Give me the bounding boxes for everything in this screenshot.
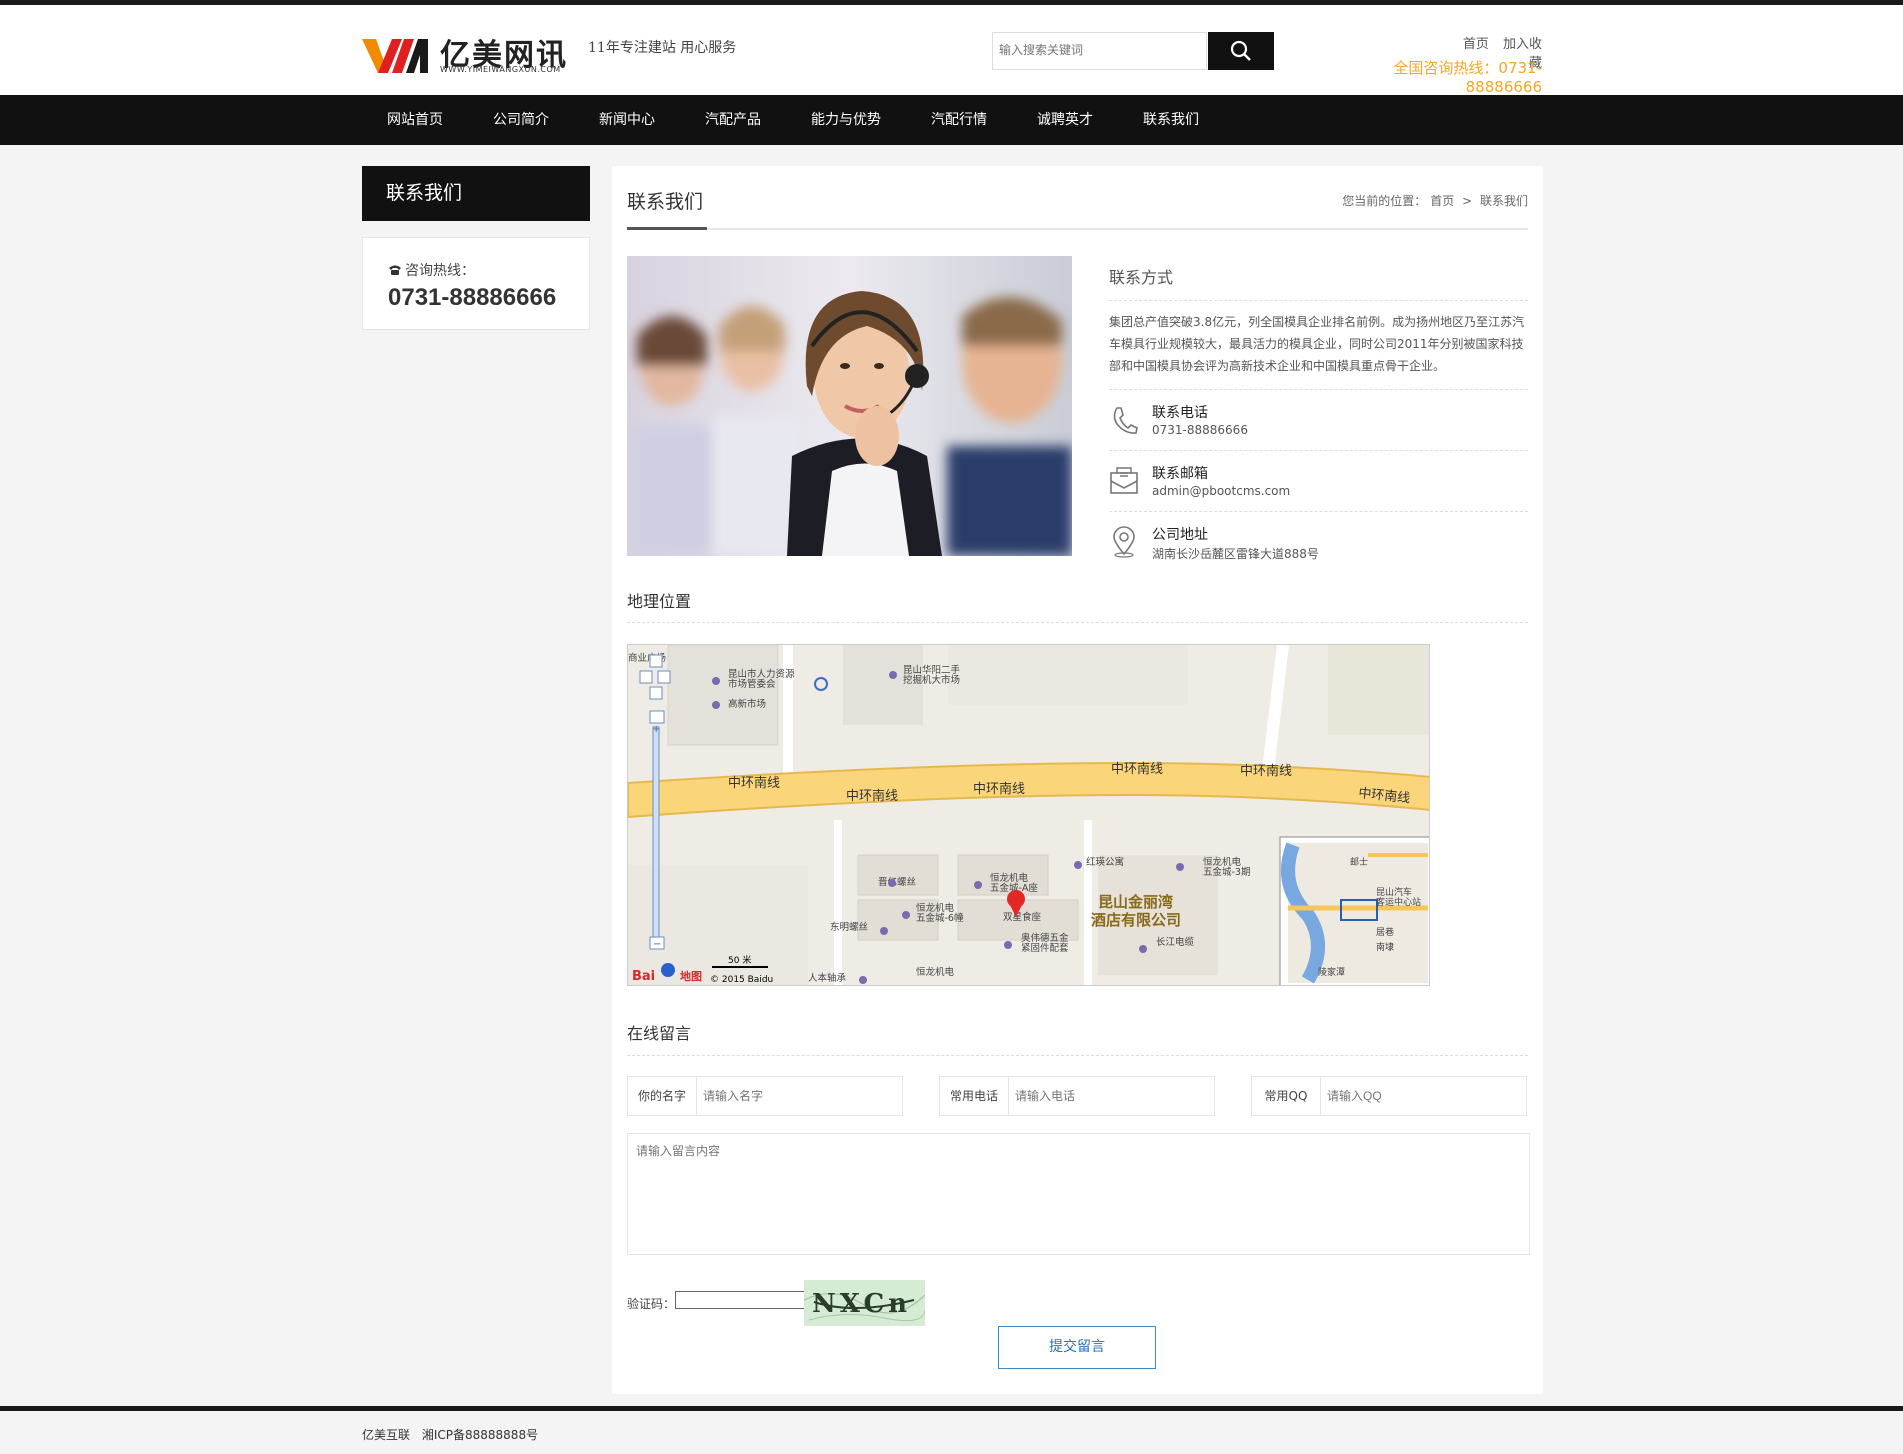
svg-text:+: +	[652, 724, 660, 735]
svg-text:居巷: 居巷	[1376, 927, 1394, 938]
svg-text:昆山汽车: 昆山汽车	[1376, 886, 1412, 898]
sidebar-hotline-box: 咨询热线： 0731-88886666	[362, 237, 590, 330]
captcha-image[interactable]: NXCn	[804, 1280, 925, 1326]
svg-text:五金城-6幢: 五金城-6幢	[916, 912, 964, 924]
svg-text:长江电缆: 长江电缆	[1156, 936, 1195, 948]
svg-text:邮士: 邮士	[1350, 856, 1368, 868]
svg-text:人本轴承: 人本轴承	[808, 972, 847, 984]
svg-text:紧固件配套: 紧固件配套	[1021, 942, 1069, 954]
svg-text:五金城-3期: 五金城-3期	[1203, 866, 1250, 878]
phone-input[interactable]	[1009, 1077, 1214, 1115]
baidu-logo: Bai	[632, 969, 655, 984]
map-copyright: © 2015 Baidu	[710, 975, 773, 985]
contact-heading: 联系方式	[1109, 256, 1528, 301]
map-section-title: 地理位置	[627, 592, 692, 611]
svg-text:东明螺丝: 东明螺丝	[830, 921, 868, 933]
footer-company: 亿美互联	[362, 1428, 411, 1442]
baidu-map[interactable]: 中环南线 中环南线 中环南线 中环南线 中环南线 中环南线 商业广场 昆山市人力…	[627, 644, 1430, 986]
contact-email: 联系邮箱 admin@pbootcms.com	[1109, 451, 1528, 512]
title-divider	[627, 228, 1528, 230]
breadcrumb-current[interactable]: 联系我们	[1480, 194, 1528, 208]
captcha-label: 验证码：	[627, 1297, 676, 1311]
sidebar-hotline-number: 0731-88886666	[388, 284, 557, 311]
svg-text:高新市场: 高新市场	[728, 698, 766, 710]
phone-field: 常用电话	[939, 1076, 1215, 1116]
nav-item-market[interactable]: 汽配行情	[906, 95, 1012, 145]
map-scale: 50 米	[728, 954, 751, 966]
contact-intro: 集团总产值突破3.8亿元，列全国模具企业排名前例。成为扬州地区乃至江苏汽车模具行…	[1109, 301, 1528, 390]
sidebar-title: 联系我们	[362, 166, 590, 221]
header-hotline: 全国咨询热线：0731-88886666	[1393, 59, 1542, 96]
form-section-divider	[627, 1055, 1528, 1056]
search-button[interactable]	[1208, 32, 1274, 70]
qq-input[interactable]	[1321, 1077, 1526, 1115]
sidebar-hotline-label: 咨询热线：	[388, 260, 475, 280]
svg-text:市场管委会: 市场管委会	[728, 678, 776, 690]
captcha-input[interactable]	[675, 1291, 805, 1309]
footer-icp[interactable]: 湘ICP备88888888号	[422, 1428, 538, 1442]
map-road-label-4: 中环南线	[1111, 761, 1163, 777]
svg-text:南埭: 南埭	[1376, 941, 1394, 953]
main-content: 联系我们 您当前的位置： 首页 > 联系我们 联系方式 集团总产值突破3.8亿元…	[612, 166, 1543, 1394]
nav-item-products[interactable]: 汽配产品	[680, 95, 786, 145]
nav-item-jobs[interactable]: 诚聘英才	[1012, 95, 1118, 145]
search-input[interactable]	[993, 33, 1205, 67]
name-field: 你的名字	[627, 1076, 903, 1116]
svg-text:晋亿螺丝: 晋亿螺丝	[878, 876, 916, 888]
map-hotel-label: 昆山金丽湾	[1098, 893, 1173, 911]
page-title: 联系我们	[627, 191, 704, 213]
footer-border	[0, 1406, 1903, 1411]
footer: 亿美互联 湘ICP备88888888号	[362, 1426, 546, 1443]
nav-item-contact[interactable]: 联系我们	[1118, 95, 1224, 145]
nav-item-advantages[interactable]: 能力与优势	[786, 95, 906, 145]
breadcrumb-home[interactable]: 首页	[1430, 194, 1454, 208]
contact-address: 公司地址 湖南长沙岳麓区雷锋大道888号	[1109, 512, 1528, 572]
name-input[interactable]	[697, 1077, 902, 1115]
header: 亿美网讯 WWW.YIMEIWANGXUN.COM 11年专注建站 用心服务 首…	[0, 5, 1903, 96]
svg-text:−: −	[653, 939, 661, 950]
map-road-label-5: 中环南线	[1240, 763, 1292, 779]
search-box	[992, 32, 1207, 70]
mail-icon	[1110, 467, 1138, 494]
logo-mark-icon	[362, 39, 428, 73]
map-road-label-2: 中环南线	[846, 788, 898, 804]
logo-subtext: WWW.YIMEIWANGXUN.COM	[440, 65, 561, 74]
svg-text:酒店有限公司: 酒店有限公司	[1091, 911, 1181, 929]
slogan: 11年专注建站 用心服务	[588, 40, 737, 56]
top-link-home[interactable]: 首页	[1463, 37, 1489, 52]
svg-text:陵家潭: 陵家潭	[1318, 966, 1345, 978]
main-nav: 网站首页 公司简介 新闻中心 汽配产品 能力与优势 汽配行情 诚聘英才 联系我们	[0, 95, 1903, 145]
customer-service-photo	[627, 256, 1072, 556]
submit-button[interactable]: 提交留言	[998, 1326, 1156, 1369]
svg-text:地图: 地图	[680, 969, 702, 983]
svg-text:客运中心站: 客运中心站	[1376, 896, 1421, 908]
svg-text:双星食座: 双星食座	[1003, 911, 1042, 923]
svg-text:恒龙机电: 恒龙机电	[916, 966, 955, 978]
form-section-title: 在线留言	[627, 1024, 692, 1043]
message-textarea[interactable]	[627, 1133, 1530, 1255]
breadcrumb: 您当前的位置： 首页 > 联系我们	[1342, 194, 1528, 208]
map-road-label-1: 中环南线	[728, 775, 780, 791]
telephone-icon	[389, 265, 401, 275]
nav-item-news[interactable]: 新闻中心	[574, 95, 680, 145]
location-icon	[1113, 526, 1135, 558]
title-underline	[627, 227, 707, 230]
contact-phone: 联系电话 0731-88886666	[1109, 390, 1528, 451]
svg-text:红瑛公寓: 红瑛公寓	[1086, 856, 1124, 868]
qq-field: 常用QQ	[1251, 1076, 1527, 1116]
nav-item-home[interactable]: 网站首页	[362, 95, 468, 145]
nav-item-about[interactable]: 公司简介	[468, 95, 574, 145]
map-overview[interactable]: 邮士 昆山汽车 客运中心站 居巷 南埭 陵家潭	[1279, 836, 1430, 986]
search-icon	[1230, 40, 1251, 61]
map-section-divider	[627, 622, 1528, 623]
phone-icon	[1113, 407, 1138, 434]
svg-text:挖掘机大市场: 挖掘机大市场	[903, 674, 960, 686]
contact-info: 联系方式 集团总产值突破3.8亿元，列全国模具企业排名前例。成为扬州地区乃至江苏…	[1109, 256, 1528, 572]
map-road-label-3: 中环南线	[973, 781, 1025, 797]
